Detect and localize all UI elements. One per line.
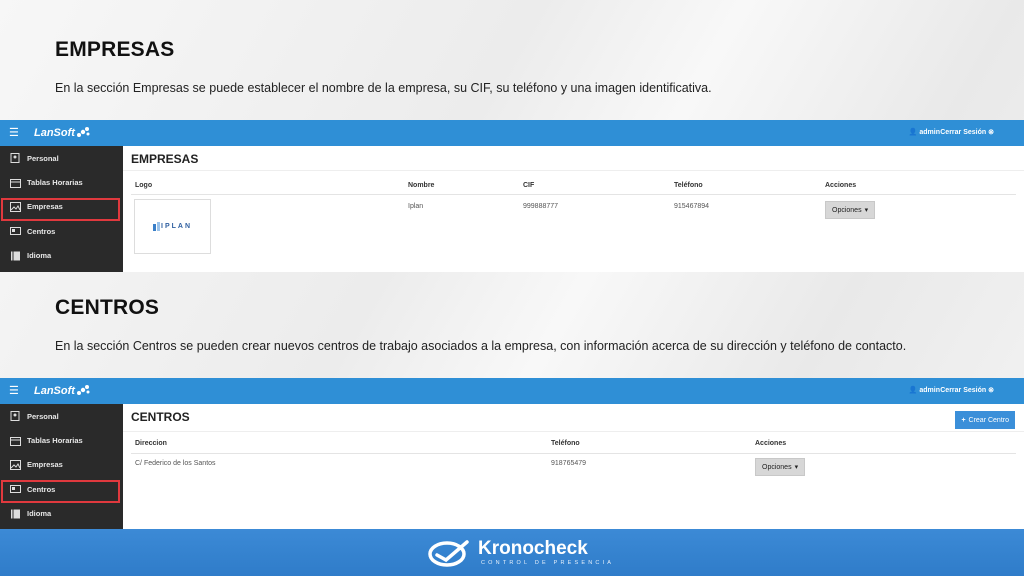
sidebar-item-label: Empresas — [27, 202, 63, 212]
iplan-mark-icon — [153, 222, 160, 231]
footer-banner: Kronocheck CONTROL DE PRESENCIA — [0, 529, 1024, 576]
user-icon: 👤 — [908, 387, 918, 394]
main-content: EMPRESAS Logo Nombre CIF Teléfono Accion… — [123, 146, 1024, 272]
crear-centro-button[interactable]: + Crear Centro — [955, 411, 1015, 429]
column-header-telefono: Teléfono — [674, 182, 703, 189]
user-icon: 👤 — [908, 129, 918, 136]
cell-telefono: 918765479 — [551, 460, 587, 467]
header-divider — [131, 194, 1016, 195]
lansoft-logo: LanSoft — [34, 381, 91, 401]
logout-icon: ⊗ — [988, 387, 994, 394]
slide-title-centros: CENTROS — [55, 296, 160, 319]
sidebar-item-personal[interactable]: Personal — [0, 146, 123, 170]
logo-dots-icon — [76, 127, 90, 137]
user-name: admin — [919, 129, 940, 136]
topbar: ☰ LanSoft 👤 admin Cerrar Sesión ⊗ — [0, 378, 1024, 404]
sidebar-item-label: Tablas Horarias — [27, 178, 83, 188]
image-icon — [10, 459, 21, 470]
divider — [123, 431, 1024, 432]
iplan-logo: IPLAN — [153, 222, 192, 231]
cell-cif: 999888777 — [523, 203, 559, 210]
id-card-icon — [10, 485, 21, 494]
caret-down-icon: ▾ — [794, 464, 799, 471]
crear-centro-label: Crear Centro — [968, 416, 1009, 424]
caret-down-icon: ▾ — [864, 207, 869, 214]
logo-text: LanSoft — [34, 385, 75, 397]
calendar-icon — [10, 436, 21, 446]
plus-icon: + — [961, 416, 966, 424]
kronocheck-logo-icon — [428, 540, 469, 567]
logout-label: Cerrar Sesión — [940, 387, 987, 394]
user-name: admin — [919, 387, 940, 394]
sidebar-item-tablas-horarias[interactable]: Tablas Horarias — [0, 170, 123, 194]
company-logo-image: IPLAN — [134, 199, 211, 254]
sidebar: Personal Tablas Horarias Empresas Centro… — [0, 404, 123, 529]
badge-icon — [10, 411, 20, 422]
cell-telefono: 915467894 — [674, 203, 710, 210]
sidebar-item-label: Personal — [27, 153, 59, 163]
app-screenshot-centros: ☰ LanSoft 👤 admin Cerrar Sesión ⊗ Person… — [0, 378, 1024, 529]
sidebar-item-empresas[interactable]: Empresas — [0, 453, 123, 477]
column-header-acciones: Acciones — [755, 440, 787, 447]
opciones-label: Opciones — [832, 206, 862, 214]
logo-dots-icon — [76, 385, 90, 395]
user-menu[interactable]: 👤 admin — [909, 386, 940, 394]
divider — [123, 170, 1024, 171]
column-header-nombre: Nombre — [408, 182, 435, 189]
page-title: EMPRESAS — [131, 152, 199, 166]
column-header-telefono: Teléfono — [551, 440, 580, 447]
opciones-label: Opciones — [762, 463, 792, 471]
footer-brand: Kronocheck — [478, 538, 588, 559]
sidebar-item-empresas[interactable]: Empresas — [0, 195, 123, 222]
sidebar-item-label: Centros — [27, 226, 56, 236]
page-title: CENTROS — [131, 410, 190, 424]
sidebar-item-label: Personal — [27, 411, 59, 421]
column-header-acciones: Acciones — [825, 182, 857, 189]
sidebar-item-personal[interactable]: Personal — [0, 404, 123, 428]
id-card-icon — [10, 227, 21, 236]
slide-description-empresas: En la sección Empresas se puede establec… — [55, 81, 712, 95]
slide-description-centros: En la sección Centros se pueden crear nu… — [55, 339, 907, 353]
logout-button[interactable]: Cerrar Sesión ⊗ — [940, 386, 994, 394]
sidebar: Personal Tablas Horarias Empresas Centro… — [0, 146, 123, 272]
column-header-cif: CIF — [523, 182, 535, 189]
header-divider — [131, 453, 1016, 454]
sidebar-item-tablas-horarias[interactable]: Tablas Horarias — [0, 428, 123, 452]
logo-text: LanSoft — [34, 127, 75, 139]
sidebar-item-label: Idioma — [27, 509, 52, 519]
logout-icon: ⊗ — [988, 129, 994, 136]
logout-label: Cerrar Sesión — [940, 129, 987, 136]
logout-button[interactable]: Cerrar Sesión ⊗ — [940, 128, 994, 136]
iplan-logo-text: IPLAN — [161, 223, 192, 230]
footer-tagline: CONTROL DE PRESENCIA — [481, 560, 615, 566]
book-icon — [11, 251, 20, 261]
sidebar-item-label: Empresas — [27, 460, 63, 470]
column-header-logo: Logo — [135, 182, 153, 189]
badge-icon — [10, 153, 20, 164]
lansoft-logo: LanSoft — [34, 123, 91, 143]
calendar-icon — [10, 178, 21, 188]
sidebar-item-centros[interactable]: Centros — [0, 477, 123, 504]
opciones-dropdown-button[interactable]: Opciones ▾ — [755, 458, 806, 476]
column-header-direccion: Direccion — [135, 440, 167, 447]
user-menu[interactable]: 👤 admin — [909, 128, 940, 136]
sidebar-item-idioma[interactable]: Idioma — [0, 502, 123, 526]
slide-title-empresas: EMPRESAS — [55, 38, 175, 61]
app-screenshot-empresas: ☰ LanSoft 👤 admin Cerrar Sesión ⊗ Person… — [0, 120, 1024, 272]
cell-direccion: C/ Federico de los Santos — [135, 460, 216, 467]
book-icon — [11, 509, 20, 519]
sidebar-item-label: Idioma — [27, 251, 52, 261]
sidebar-item-centros[interactable]: Centros — [0, 219, 123, 243]
cell-nombre: Iplan — [408, 203, 424, 210]
opciones-dropdown-button[interactable]: Opciones ▾ — [825, 201, 876, 219]
topbar: ☰ LanSoft 👤 admin Cerrar Sesión ⊗ — [0, 120, 1024, 146]
menu-icon[interactable]: ☰ — [9, 385, 19, 397]
main-content: CENTROS + Crear Centro Direccion Teléfon… — [123, 404, 1024, 529]
sidebar-item-idioma[interactable]: Idioma — [0, 244, 123, 268]
sidebar-item-label: Tablas Horarias — [27, 436, 83, 446]
menu-icon[interactable]: ☰ — [9, 127, 19, 139]
sidebar-item-label: Centros — [27, 484, 56, 494]
image-icon — [10, 201, 21, 212]
